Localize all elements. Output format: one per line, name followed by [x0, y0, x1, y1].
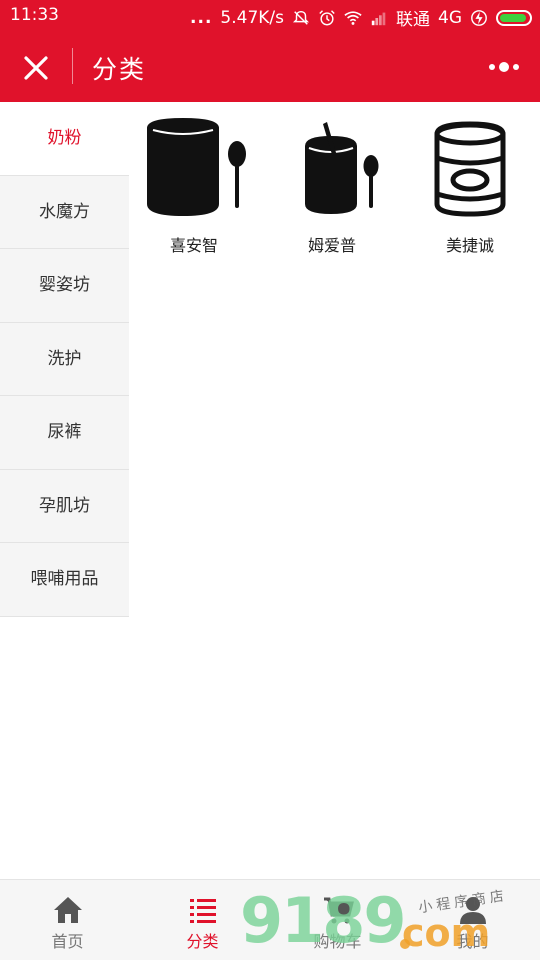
- home-icon: [53, 897, 82, 923]
- category-item[interactable]: 美捷诚: [405, 116, 535, 256]
- sidebar-item-label: 孕肌坊: [39, 495, 90, 516]
- status-bar: 11:33 ... 5.47K/s 联通 4G: [0, 0, 540, 32]
- more-icon[interactable]: [488, 58, 520, 76]
- category-label: 喜安智: [169, 236, 218, 255]
- tab-label: 我的: [456, 932, 489, 951]
- sidebar-item-feeding[interactable]: 喂哺用品: [0, 543, 129, 617]
- formula-tin-spoon-icon: [147, 118, 246, 216]
- user-icon: [459, 897, 486, 924]
- sidebar-item-maternity-skin[interactable]: 孕肌坊: [0, 469, 129, 543]
- category-label: 姆爱普: [307, 236, 356, 255]
- tab-profile[interactable]: 我的: [405, 880, 540, 961]
- mute-bell-icon: [292, 10, 310, 25]
- category-sidebar: 奶粉 水魔方 婴姿坊 洗护 尿裤 孕肌坊 喂哺用品: [0, 102, 129, 617]
- status-time: 11:33: [10, 5, 59, 25]
- sidebar-item-water-cube[interactable]: 水魔方: [0, 175, 129, 249]
- sidebar-item-wash-care[interactable]: 洗护: [0, 322, 129, 396]
- category-item[interactable]: 喜安智: [129, 116, 259, 256]
- close-icon[interactable]: [18, 50, 54, 86]
- category-content: 喜安智 姆爱普 美捷诚: [129, 102, 540, 879]
- sidebar-item-label: 水魔方: [39, 201, 90, 222]
- canned-milk-icon: [434, 121, 506, 217]
- sidebar-item-label: 喂哺用品: [30, 569, 99, 589]
- tab-category[interactable]: 分类: [135, 880, 270, 961]
- network-speed: 5.47K/s: [220, 7, 284, 28]
- formula-tin-scoop-icon: [305, 122, 379, 214]
- tab-bar: 首页 分类 购物车 我的: [0, 879, 540, 960]
- sidebar-item-label: 奶粉: [47, 128, 82, 148]
- charging-icon: [471, 9, 487, 26]
- nav-divider: [72, 48, 73, 84]
- tab-label: 首页: [51, 932, 84, 951]
- battery-icon: [496, 9, 532, 26]
- sidebar-item-label: 尿裤: [47, 422, 82, 442]
- carrier-label: 联通: [396, 10, 430, 30]
- alarm-icon: [319, 9, 335, 25]
- sidebar-item-diapers[interactable]: 尿裤: [0, 396, 129, 470]
- signal-icon: [371, 12, 386, 25]
- sidebar-item-milk-powder[interactable]: 奶粉: [0, 102, 129, 176]
- network-type: 4G: [438, 7, 462, 28]
- sidebar-item-label: 洗护: [47, 348, 82, 369]
- sidebar-item-label: 婴姿坊: [39, 275, 90, 295]
- tab-label: 购物车: [313, 932, 362, 951]
- nav-bar: 分类: [0, 32, 540, 102]
- page-title: 分类: [92, 55, 147, 84]
- tab-cart[interactable]: 购物车: [270, 880, 405, 961]
- tab-home[interactable]: 首页: [0, 880, 135, 961]
- status-right: ... 5.47K/s 联通 4G: [190, 5, 532, 30]
- category-item[interactable]: 姆爱普: [267, 116, 397, 256]
- category-label: 美捷诚: [445, 236, 494, 255]
- wifi-icon: [344, 10, 362, 25]
- sidebar-item-baby-pose[interactable]: 婴姿坊: [0, 249, 129, 323]
- cart-icon: [323, 897, 354, 924]
- tab-label: 分类: [186, 932, 219, 951]
- status-dots: ...: [190, 7, 213, 28]
- list-icon: [189, 899, 216, 923]
